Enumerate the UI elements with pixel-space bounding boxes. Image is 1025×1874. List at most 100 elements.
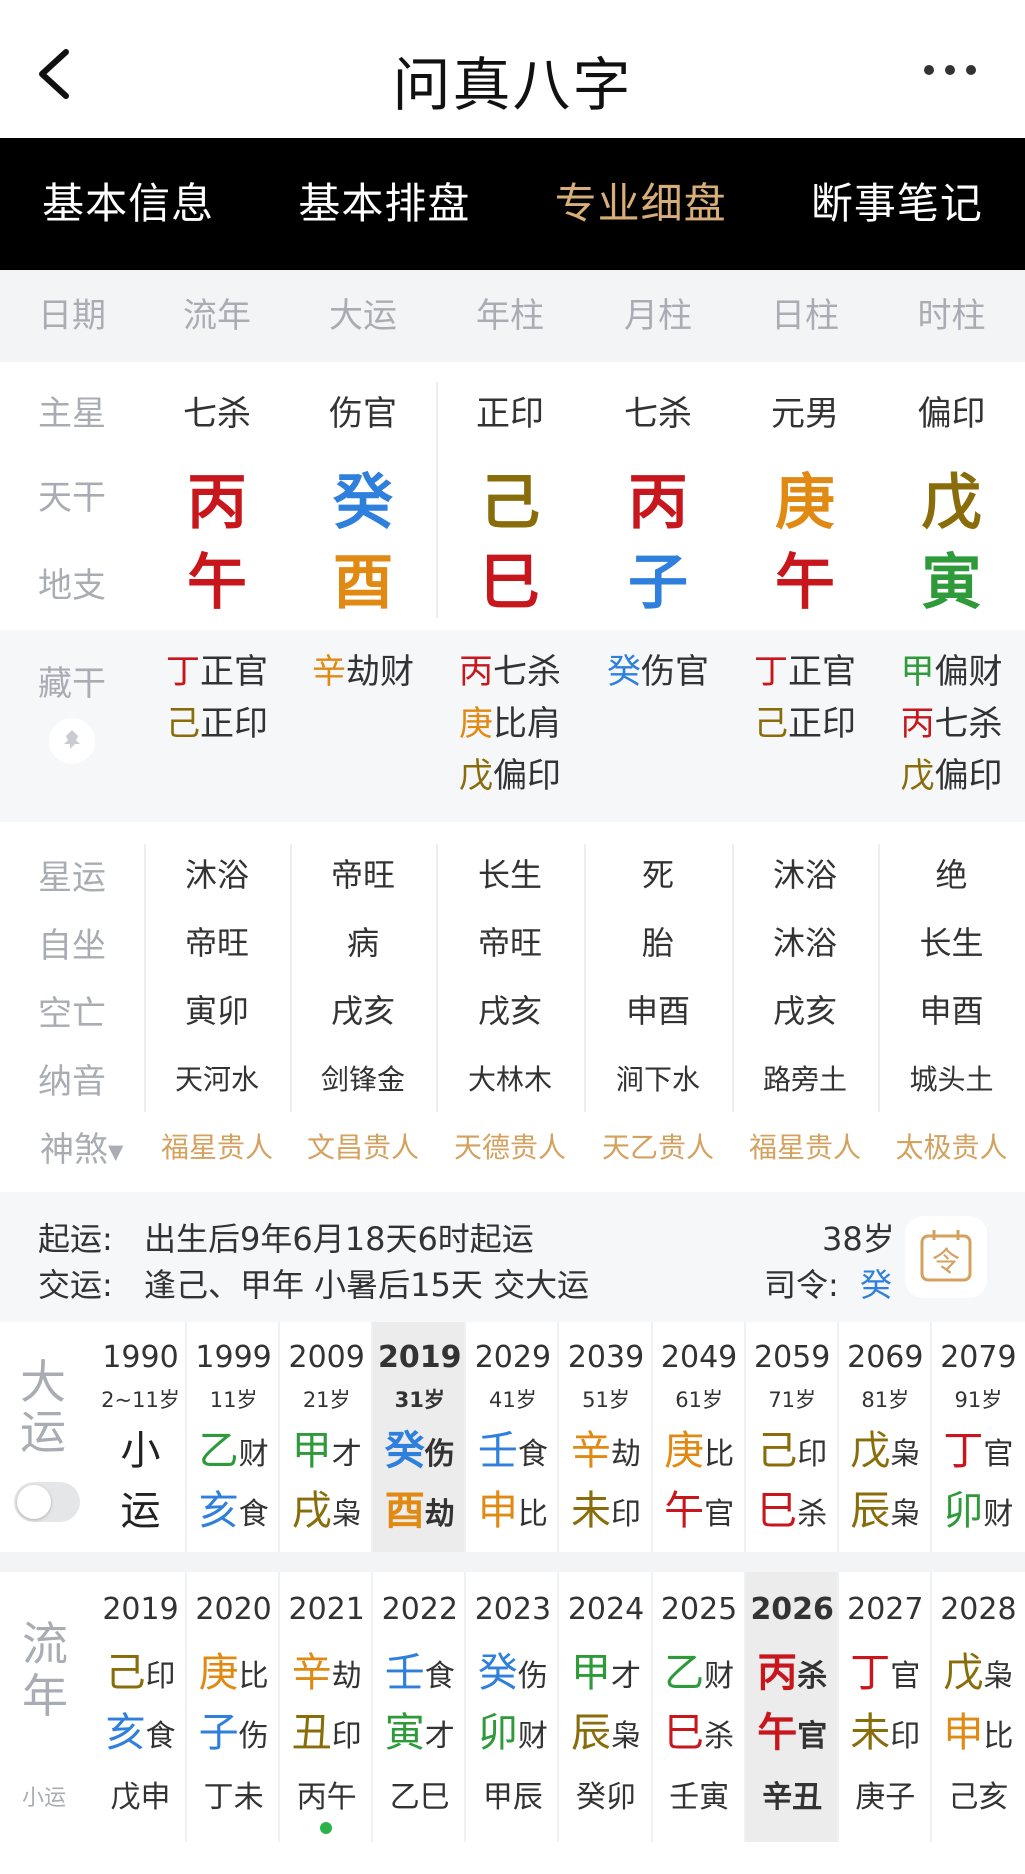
- hidden-stem-column: 辛劫财: [290, 646, 436, 698]
- liunian-branch-row: 亥食: [94, 1700, 187, 1758]
- dayun-stem: 小: [120, 1428, 161, 1474]
- fate-value: 绝: [935, 856, 968, 894]
- xiaoyun-value: 丙午: [296, 1780, 357, 1815]
- liunian-branch-star: 伤: [238, 1719, 269, 1754]
- dayun-branch-star: 印: [611, 1497, 641, 1532]
- dayun-toggle[interactable]: [14, 1482, 80, 1522]
- hidden-stem-glyph: 丁: [166, 652, 200, 692]
- dayun-branch: 卯: [943, 1488, 984, 1534]
- more-options-icon[interactable]: [915, 50, 985, 90]
- hidden-stems-section: 藏干 丁正官 己正印 辛劫财 丙七杀 庚比肩 戊偏印 癸伤官 丁正官 己正印 甲偏财 丙七杀 戊偏印: [0, 630, 1025, 822]
- liunian-branch-row: 卯财: [466, 1700, 559, 1758]
- liunian-column[interactable]: 2027 丁官 未印 庚子: [839, 1572, 932, 1842]
- dayun-column[interactable]: 2009 21岁 甲才 戌枭: [280, 1322, 374, 1552]
- dayun-stem: 甲: [291, 1428, 332, 1474]
- liunian-branch-star: 比: [983, 1719, 1014, 1754]
- shensha-value[interactable]: 天德贵人: [436, 1126, 584, 1166]
- liunian-column[interactable]: 2028 戊枭 申比 己亥: [932, 1572, 1025, 1842]
- liunian-stem-star: 杀: [797, 1659, 828, 1694]
- dayun-column[interactable]: 2049 61岁 庚比 午官: [653, 1322, 746, 1552]
- hidden-stem-column: 丙七杀 庚比肩 戊偏印: [436, 646, 584, 802]
- jiaoyun-text: 逢己、甲年 小暑后15天 交大运: [144, 1266, 590, 1304]
- column-header-liunian: 流年: [183, 296, 251, 336]
- dayun-branch-row: 酉劫: [373, 1478, 466, 1536]
- dayun-branch-row: 亥食: [187, 1478, 280, 1536]
- liunian-branch: 午: [757, 1710, 798, 1756]
- heavenly-stem: 庚: [775, 468, 835, 538]
- liunian-column[interactable]: 2026 丙杀 午官 辛丑: [745, 1572, 839, 1842]
- dayun-branch: 巳: [757, 1488, 798, 1534]
- hidden-stem-entry: 己正印: [732, 698, 878, 750]
- liunian-branch: 未: [850, 1710, 891, 1756]
- dayun-column[interactable]: 2059 71岁 己印 巳杀: [746, 1322, 839, 1552]
- dayun-stem: 己: [757, 1428, 798, 1474]
- dayun-column[interactable]: 2019 31岁 癸伤 酉劫: [373, 1322, 467, 1552]
- tab-basic-chart[interactable]: 基本排盘: [256, 138, 512, 270]
- shensha-value[interactable]: 福星贵人: [732, 1126, 878, 1166]
- pin-icon: [64, 730, 80, 749]
- dayun-branch: 酉: [384, 1488, 425, 1534]
- liunian-stem-row: 甲才: [560, 1640, 653, 1698]
- shensha-value[interactable]: 太极贵人: [878, 1126, 1025, 1166]
- dayun-column[interactable]: 2079 91岁 丁官 卯财: [932, 1322, 1025, 1552]
- pillars-section: 主星 天干 地支 七杀丙午 伤官癸酉 正印己巳 七杀丙子 元男庚午 偏印戊寅: [0, 362, 1025, 630]
- liunian-branch: 辰: [571, 1710, 611, 1756]
- liunian-column[interactable]: 2023 癸伤 卯财 甲辰: [466, 1572, 560, 1842]
- dayun-year: 2059: [754, 1340, 831, 1375]
- dayun-stem-star: 才: [331, 1437, 362, 1472]
- liunian-stem-row: 戊枭: [932, 1640, 1025, 1698]
- hidden-stem-entry: 庚比肩: [436, 698, 584, 750]
- hidden-stem-star: 偏印: [493, 756, 561, 796]
- dayun-stem: 丁: [943, 1428, 984, 1474]
- liunian-branch: 寅: [384, 1710, 425, 1756]
- dayun-column[interactable]: 2039 51岁 辛劫 未印: [560, 1322, 653, 1552]
- dayun-column[interactable]: 2069 81岁 戊枭 辰枭: [839, 1322, 932, 1552]
- tab-professional-chart[interactable]: 专业细盘: [513, 138, 769, 270]
- dayun-column[interactable]: 2029 41岁 壬食 申比: [466, 1322, 560, 1552]
- shensha-value[interactable]: 福星贵人: [144, 1126, 290, 1166]
- shensha-dropdown[interactable]: 神煞▼: [12, 1122, 132, 1171]
- dayun-year: 2029: [474, 1340, 552, 1375]
- calendar-button[interactable]: 令: [905, 1216, 987, 1298]
- hidden-stem-column: 丁正官 己正印: [144, 646, 290, 750]
- tab-basic-info[interactable]: 基本信息: [0, 138, 256, 270]
- dayun-stem: 辛: [571, 1428, 611, 1474]
- liunian-branch: 丑: [291, 1710, 332, 1756]
- dayun-stem-star: 食: [517, 1437, 548, 1472]
- dayun-column[interactable]: 1999 11岁 乙财 亥食: [187, 1322, 281, 1552]
- liunian-column[interactable]: 2022 壬食 寅才 乙巳: [373, 1572, 467, 1842]
- liunian-year: 2022: [381, 1592, 458, 1627]
- main-star: 七杀: [183, 394, 251, 434]
- heavenly-stem: 己: [480, 468, 540, 538]
- liunian-year: 2023: [474, 1592, 552, 1627]
- dayun-year: 2039: [567, 1340, 645, 1375]
- column-header-hour-pillar: 时柱: [917, 296, 986, 336]
- dayun-branch-star: 财: [983, 1497, 1014, 1532]
- dayun-stem-row: 小: [94, 1418, 187, 1476]
- main-star: 正印: [476, 394, 544, 434]
- main-star: 元男: [771, 394, 839, 434]
- dayun-column[interactable]: 1990 2~11岁小运: [94, 1322, 187, 1552]
- qiyun-panel: 起运: 出生后9年6月18天6时起运 交运: 逢己、甲年 小暑后15天 交大运 …: [0, 1192, 1025, 1322]
- heavenly-stem: 戊: [921, 468, 982, 538]
- dayun-stem-row: 己印: [746, 1418, 839, 1476]
- liunian-column[interactable]: 2021 辛劫 丑印 丙午: [280, 1572, 374, 1842]
- hidden-stem-entry: 丙七杀: [878, 698, 1025, 750]
- hidden-stem-glyph: 己: [754, 704, 788, 744]
- liunian-column[interactable]: 2024 甲才 辰枭 癸卯: [560, 1572, 653, 1842]
- dayun-branch-star: 食: [238, 1497, 269, 1532]
- liunian-branch-row: 未印: [839, 1700, 932, 1758]
- toggle-knob: [17, 1485, 51, 1519]
- shensha-value[interactable]: 文昌贵人: [290, 1126, 436, 1166]
- liunian-column[interactable]: 2025 乙财 巳杀 壬寅: [653, 1572, 746, 1842]
- shensha-value[interactable]: 天乙贵人: [584, 1126, 732, 1166]
- hidden-stem-star: 七杀: [934, 704, 1003, 744]
- liunian-column[interactable]: 2019 己印 亥食 戊申: [94, 1572, 187, 1842]
- liunian-column[interactable]: 2020 庚比 子伤 丁未: [187, 1572, 281, 1842]
- dayun-stem: 乙: [198, 1428, 239, 1474]
- liunian-branch: 亥: [105, 1710, 146, 1756]
- pin-button[interactable]: [49, 718, 95, 764]
- hidden-stem-column: 甲偏财 丙七杀 戊偏印: [878, 646, 1025, 802]
- dayun-age: 21岁: [302, 1388, 351, 1412]
- tab-notes[interactable]: 断事笔记: [769, 138, 1025, 270]
